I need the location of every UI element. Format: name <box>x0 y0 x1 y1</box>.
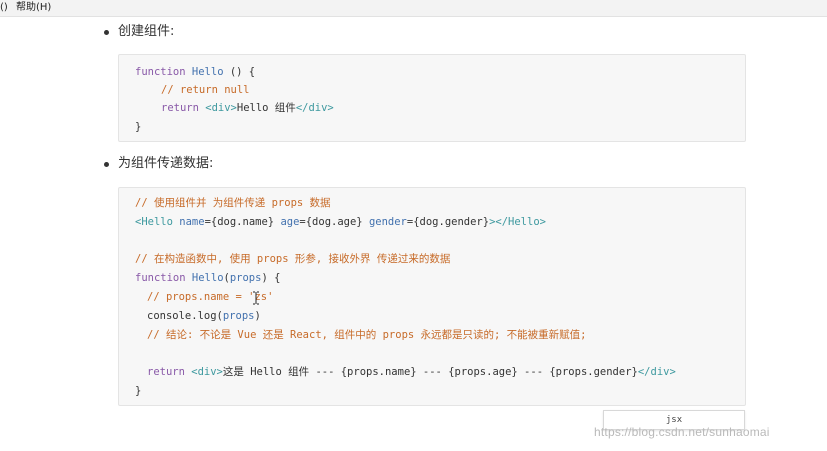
code-text: ={dog.name} <box>204 216 275 228</box>
jsx-attribute: gender <box>368 216 407 228</box>
code-text: } <box>135 385 142 397</box>
code-line: <Hello name={dog.name} age={dog.age} gen… <box>135 214 546 230</box>
code-text: } <box>135 121 142 133</box>
code-text: ) <box>254 310 261 322</box>
jsx-tag: </div> <box>295 102 334 114</box>
code-line: function Hello () { <box>135 64 255 80</box>
jsx-tag: ></Hello> <box>489 216 546 228</box>
jsx-text: Hello 组件 <box>236 102 296 114</box>
code-text: () { <box>223 66 256 78</box>
code-comment: // 结论: 不论是 Vue 还是 React, 组件中的 props 永远都是… <box>147 329 587 341</box>
code-line: function Hello(props) { <box>135 270 280 286</box>
code-comment: // 在构造函数中, 使用 props 形参, 接收外界 传递过来的数据 <box>135 253 451 265</box>
keyword: function <box>135 66 186 78</box>
jsx-tag: <div> <box>191 366 223 378</box>
code-text: ={dog.age} <box>299 216 363 228</box>
section-heading-pass-data: 为组件传递数据: <box>118 156 214 171</box>
keyword: function <box>135 272 186 284</box>
menu-item-partial[interactable]: () <box>0 0 8 16</box>
function-name: Hello <box>191 272 224 284</box>
code-line: // 在构造函数中, 使用 props 形参, 接收外界 传递过来的数据 <box>135 251 450 267</box>
jsx-tag: <div> <box>205 102 237 114</box>
text-cursor-icon <box>253 291 259 305</box>
jsx-tag: <Hello <box>135 216 173 228</box>
keyword: return <box>161 102 199 114</box>
function-name: Hello <box>191 66 224 78</box>
code-line: return <div>这是 Hello 组件 --- {props.name}… <box>147 364 676 380</box>
section-heading-create-component: 创建组件: <box>118 24 175 39</box>
menu-bar: () 帮助(H) <box>0 0 827 17</box>
jsx-attribute: age <box>280 216 300 228</box>
code-line: // return null <box>161 82 250 98</box>
code-block-pass-data: // 使用组件并 为组件传递 props 数据 <Hello name={dog… <box>118 187 746 406</box>
code-comment: // 使用组件并 为组件传递 props 数据 <box>135 197 331 209</box>
code-block-create-component: function Hello () { // return null retur… <box>118 54 746 142</box>
code-line: } <box>135 383 141 399</box>
bullet-marker <box>104 30 109 35</box>
bullet-marker <box>104 162 109 167</box>
jsx-attribute: name <box>179 216 205 228</box>
code-line: } <box>135 119 141 135</box>
watermark: https://blog.csdn.net/sunhaomai <box>594 425 770 439</box>
menu-item-help[interactable]: 帮助(H) <box>16 0 51 16</box>
code-text: ={dog.gender} <box>406 216 490 228</box>
keyword: return <box>147 366 185 378</box>
code-text: console.log( <box>147 310 223 322</box>
jsx-tag: </div> <box>637 366 676 378</box>
parameter: props <box>229 272 262 284</box>
code-line: // 结论: 不论是 Vue 还是 React, 组件中的 props 永远都是… <box>147 327 587 343</box>
code-line: return <div>Hello 组件</div> <box>161 100 334 116</box>
code-comment: // return null <box>161 84 250 96</box>
jsx-text: 这是 Hello 组件 --- {props.name} --- {props.… <box>222 366 638 378</box>
code-text: ) { <box>261 272 281 284</box>
code-line: console.log(props) <box>147 308 261 324</box>
parameter: props <box>222 310 255 322</box>
code-line: // 使用组件并 为组件传递 props 数据 <box>135 195 331 211</box>
